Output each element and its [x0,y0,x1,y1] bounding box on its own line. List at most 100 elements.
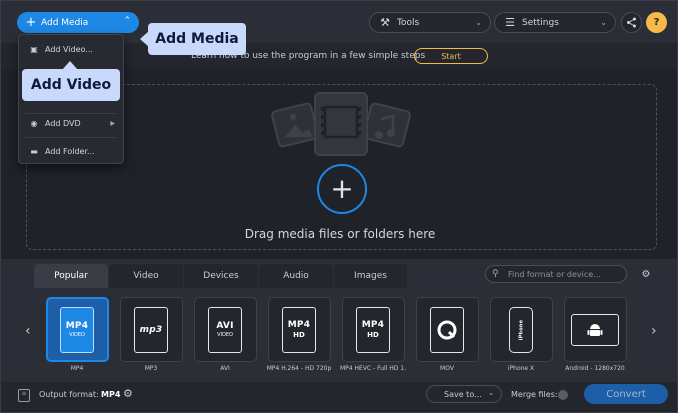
chevron-up-icon: ⌃ [123,16,131,26]
add-media-button[interactable]: + Add Media ⌃ [17,12,139,33]
format-badge-sub: VIDEO [69,332,85,338]
output-format-label: Output format: [39,390,99,399]
mp4-hd-icon: MP4 HD [356,306,390,353]
drop-zone-text: Drag media files or folders here [244,227,436,241]
settings-label: Settings [522,17,559,28]
menu-item-add-folder[interactable]: ▬ Add Folder... [19,141,123,161]
format-badge: AVI [216,321,234,331]
gear-icon: ⚙ [123,387,133,400]
format-mov[interactable]: MOV [414,297,480,377]
format-label: iPhone X [507,365,535,372]
android-logo [587,323,603,336]
format-badge: MP4 [287,320,311,330]
format-mp3[interactable]: mp3 MP3 [118,297,184,377]
settings-button[interactable]: ☰ Settings ⌄ [494,12,616,33]
format-iphone-x[interactable]: iPhone iPhone X [488,297,554,377]
quicktime-logo [437,320,457,339]
avi-video-icon: AVI VIDEO [208,306,242,353]
merge-files-label: Merge files: [511,390,558,399]
format-badge-sub: HD [367,331,379,339]
output-settings-button[interactable]: ⚙ [123,387,133,400]
quicktime-icon [430,306,464,353]
format-icon-box [415,297,479,362]
gear-icon: ⚙ [641,268,651,280]
help-label: ? [653,17,660,28]
share-icon [627,17,636,28]
scroll-right-button[interactable]: › [651,323,657,339]
callout-add-video: Add Video [22,69,120,101]
app-window: + Add Media ⌃ ⚒ Tools ⌄ ☰ Settings ⌄ ? L… [0,0,678,413]
sliders-icon: ☰ [505,16,515,29]
chevron-down-icon: ⌄ [475,18,482,27]
tab-popular[interactable]: Popular [34,264,108,288]
format-icon-box: AVI VIDEO [193,297,257,362]
format-label: MP4 [70,365,84,372]
tab-devices[interactable]: Devices [184,264,258,288]
menu-item-add-dvd[interactable]: ◉ Add DVD ▶ [19,113,123,133]
merge-files-toggle[interactable] [558,390,568,400]
menu-item-label: Add Video... [45,44,93,54]
search-icon: ⚲ [492,269,499,279]
format-label: Android - 1280x720 [565,365,625,372]
convert-button[interactable]: Convert [584,384,668,404]
format-label: MP3 [144,365,158,372]
film-icon: ▣ [30,44,38,54]
format-label: MP4 HEVC - Full HD 1... [340,365,406,372]
add-media-label: Add Media [41,17,89,28]
tab-audio[interactable]: Audio [259,264,333,288]
menu-item-label: Add DVD [45,118,81,128]
format-icon-box: MP4 VIDEO [45,297,109,362]
output-format-value[interactable]: MP4 [101,390,120,399]
help-button[interactable]: ? [646,12,667,33]
mp3-audio-icon: mp3 [134,306,168,353]
tab-video[interactable]: Video [109,264,183,288]
tools-label: Tools [397,17,420,28]
format-icon-box: iPhone [489,297,553,362]
format-icon-box: MP4 HD [267,297,331,362]
format-tabs: Popular Video Devices Audio Images [34,264,408,288]
format-icon-box: MP4 HD [341,297,405,362]
disc-icon: ◉ [30,118,38,128]
scroll-left-button[interactable]: ‹ [25,323,31,339]
format-badge: MP4 [65,321,89,331]
output-format-icon: ≡ [18,389,30,402]
format-search-input[interactable] [508,269,623,279]
menu-divider [25,137,117,138]
format-avi[interactable]: AVI VIDEO AVI [192,297,258,377]
format-label: MP4 H.264 - HD 720p [266,365,332,372]
menu-item-add-video[interactable]: ▣ Add Video... [19,39,123,59]
format-android[interactable]: Android - 1280x720 [562,297,628,377]
menu-item-label: Add Folder... [45,146,95,156]
tools-button[interactable]: ⚒ Tools ⌄ [369,12,491,33]
format-badge-sub: HD [293,331,305,339]
wrench-icon: ⚒ [380,16,390,29]
format-mp4[interactable]: MP4 VIDEO MP4 [44,297,110,377]
chevron-right-icon: ▶ [110,119,115,127]
android-tablet-icon [571,313,619,346]
format-mp4-hevc[interactable]: MP4 HD MP4 HEVC - Full HD 1... [340,297,406,377]
chevron-left-icon: ‹ [25,323,31,339]
start-button[interactable]: Start [414,48,488,64]
mp4-video-icon: MP4 VIDEO [60,306,94,353]
format-search: ⚲ [485,265,627,283]
tab-label: Audio [283,271,309,281]
start-label: Start [441,51,461,61]
plus-icon: + [25,15,37,30]
format-label: AVI [220,365,230,372]
format-mp4-h264-hd[interactable]: MP4 HD MP4 H.264 - HD 720p [266,297,332,377]
plus-icon: + [330,172,354,205]
save-to-button[interactable]: Save to... ⌄ [426,385,502,403]
format-badge: mp3 [139,324,163,335]
format-settings-button[interactable]: ⚙ [637,265,655,283]
tab-label: Video [133,271,159,281]
tab-images[interactable]: Images [334,264,407,288]
format-badge: MP4 [361,320,385,330]
share-button[interactable] [621,12,642,33]
mp4-hd-icon: MP4 HD [282,306,316,353]
format-list: MP4 VIDEO MP4 mp3 MP3 AVI VIDEO AVI MP4 … [44,297,636,377]
convert-label: Convert [606,388,646,400]
tab-label: Images [354,271,387,281]
format-badge-sub: VIDEO [217,332,233,338]
format-badge: iPhone [518,319,524,340]
add-files-button[interactable]: + [317,164,367,214]
